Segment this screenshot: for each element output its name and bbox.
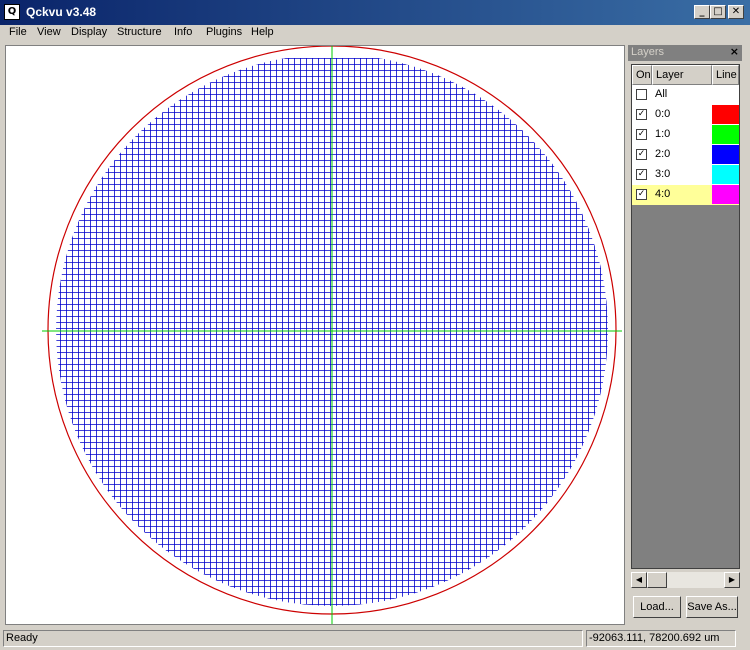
layer-name: 1:0 <box>655 128 671 140</box>
menu-info[interactable]: Info <box>174 26 192 38</box>
layer-name: 4:0 <box>655 188 671 200</box>
close-button[interactable]: ✕ <box>728 5 744 19</box>
layers-panel-titlebar: Layers × <box>628 45 742 61</box>
layer-row[interactable]: ✓ 0:0 <box>632 105 739 125</box>
layer-name: All <box>655 88 668 100</box>
layer-row[interactable]: All <box>632 85 739 105</box>
column-header-line[interactable]: Line <box>712 65 739 85</box>
status-text: Ready <box>3 630 583 647</box>
layer-row[interactable]: ✓ 1:0 <box>632 125 739 145</box>
menu-view[interactable]: View <box>37 26 61 38</box>
column-header-on[interactable]: On <box>632 65 652 85</box>
save-as-button[interactable]: Save As... <box>686 596 738 618</box>
scroll-right-icon[interactable]: ▶ <box>724 572 740 588</box>
layer-name: 0:0 <box>655 108 671 120</box>
scroll-left-icon[interactable]: ◀ <box>631 572 647 588</box>
status-bar: Ready -92063.111, 78200.692 um <box>0 628 750 650</box>
minimize-button[interactable]: _ <box>694 5 710 19</box>
app-logo-icon[interactable]: Q <box>4 4 20 20</box>
layer-color-swatch[interactable] <box>712 105 739 124</box>
layers-panel-title: Layers <box>631 46 665 58</box>
layer-visibility-checkbox[interactable]: ✓ <box>636 109 647 120</box>
layer-table[interactable]: On Layer Line All ✓ 0:0 ✓ 1:0 ✓ 2:0 ✓ 3:0 ✓ 4:0 <box>631 64 740 569</box>
wafer-view[interactable] <box>6 46 625 625</box>
layer-color-swatch[interactable] <box>712 125 739 144</box>
scroll-thumb[interactable] <box>647 572 667 588</box>
maximize-button[interactable]: □ <box>710 5 726 19</box>
layer-visibility-checkbox[interactable]: ✓ <box>636 129 647 140</box>
layer-row[interactable]: ✓ 3:0 <box>632 165 739 185</box>
layer-color-swatch[interactable] <box>712 85 739 104</box>
menu-help[interactable]: Help <box>251 26 274 38</box>
layer-color-swatch[interactable] <box>712 185 739 204</box>
layer-name: 3:0 <box>655 168 671 180</box>
layer-visibility-checkbox[interactable] <box>636 89 647 100</box>
die-array <box>56 58 608 606</box>
panel-close-icon[interactable]: × <box>730 45 739 58</box>
layout-canvas[interactable] <box>5 45 625 625</box>
layer-visibility-checkbox[interactable]: ✓ <box>636 169 647 180</box>
horizontal-scrollbar[interactable]: ◀ ▶ <box>631 572 740 588</box>
menu-bar: File View Display Structure Info Plugins… <box>0 25 750 43</box>
layer-color-swatch[interactable] <box>712 145 739 164</box>
layers-panel: Layers × On Layer Line All ✓ 0:0 ✓ 1:0 ✓ 2:0 ✓ 3… <box>628 45 742 625</box>
layer-visibility-checkbox[interactable]: ✓ <box>636 149 647 160</box>
window-title: Qckvu v3.48 <box>26 5 97 19</box>
menu-structure[interactable]: Structure <box>117 26 162 38</box>
cursor-coordinates: -92063.111, 78200.692 um <box>586 630 736 647</box>
layer-row[interactable]: ✓ 4:0 <box>632 185 739 205</box>
layer-row[interactable]: ✓ 2:0 <box>632 145 739 165</box>
layer-visibility-checkbox[interactable]: ✓ <box>636 189 647 200</box>
column-header-layer[interactable]: Layer <box>652 65 712 85</box>
layer-color-swatch[interactable] <box>712 165 739 184</box>
title-bar: Q Qckvu v3.48 _ □ ✕ <box>0 0 750 25</box>
layer-name: 2:0 <box>655 148 671 160</box>
menu-plugins[interactable]: Plugins <box>206 26 242 38</box>
menu-file[interactable]: File <box>9 26 27 38</box>
load-button[interactable]: Load... <box>633 596 681 618</box>
menu-display[interactable]: Display <box>71 26 107 38</box>
